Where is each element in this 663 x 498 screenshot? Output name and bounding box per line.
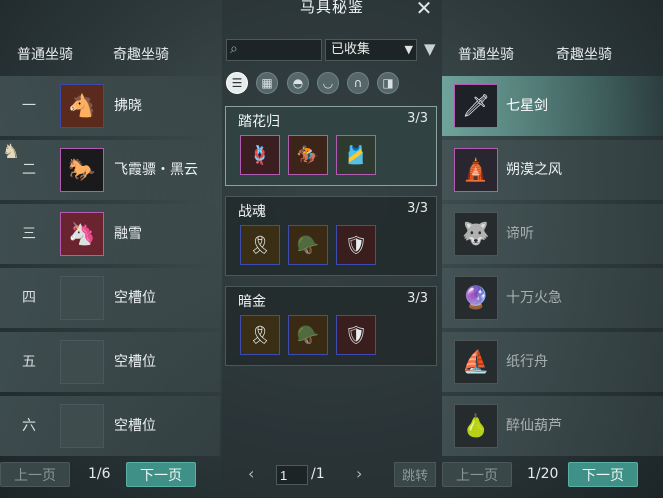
selection-arrow-icon: ♞ bbox=[2, 139, 20, 163]
paper-boat-icon: ⛵ bbox=[454, 340, 498, 384]
chevron-left-icon[interactable]: ‹ bbox=[248, 464, 254, 483]
right-tabs: 普通坐骑 奇趣坐骑 bbox=[442, 44, 663, 66]
mount-slot-4[interactable]: 四 空槽位 bbox=[0, 268, 220, 328]
bridle-icon[interactable]: 🪢 bbox=[240, 135, 280, 175]
mount-name: 谛听 bbox=[506, 226, 534, 242]
mount-name: 空槽位 bbox=[114, 418, 156, 434]
mount-name: 醉仙葫芦 bbox=[506, 418, 562, 434]
red-horse-icon: 🐴 bbox=[60, 84, 104, 128]
next-page-button[interactable]: 下一页 bbox=[568, 462, 638, 487]
jump-button[interactable]: 跳转 bbox=[394, 462, 436, 487]
set-count: 3/3 bbox=[407, 111, 428, 126]
slot-rank: 五 bbox=[22, 354, 36, 370]
white-horse-icon: 🦄 bbox=[60, 212, 104, 256]
slot-rank: 二 bbox=[22, 162, 36, 178]
fun-mount-item[interactable]: 🍐 醉仙葫芦 bbox=[442, 396, 663, 456]
empty-slot-icon bbox=[60, 340, 104, 384]
empty-slot-icon bbox=[60, 276, 104, 320]
set-name: 暗金 bbox=[238, 294, 266, 310]
left-pager: 上一页 1/6 下一页 bbox=[0, 462, 222, 488]
gear-set-card[interactable]: 暗金 3/3 🎗 🪖 🛡 bbox=[225, 286, 437, 366]
search-icon: ⌕ bbox=[230, 41, 238, 57]
tab-normal-mounts[interactable]: 普通坐骑 bbox=[17, 44, 73, 64]
set-count: 3/3 bbox=[407, 201, 428, 216]
list-icon[interactable]: ☰ bbox=[226, 72, 248, 94]
saddle-icon[interactable]: 🏇 bbox=[288, 135, 328, 175]
slot-rank: 一 bbox=[22, 98, 36, 114]
search-input[interactable] bbox=[247, 41, 319, 59]
chevron-down-icon: ▼ bbox=[404, 43, 413, 56]
close-icon[interactable]: ✕ bbox=[414, 0, 434, 20]
mount-slot-2[interactable]: 二 🐎 飞霞骠・黑云 bbox=[0, 140, 220, 200]
set-name: 战魂 bbox=[238, 204, 266, 220]
slot-rank: 三 bbox=[22, 226, 36, 242]
prev-page-button[interactable]: 上一页 bbox=[442, 462, 512, 487]
mount-name: 朔漠之风 bbox=[506, 162, 562, 178]
mount-name: 融雪 bbox=[114, 226, 142, 242]
right-pager: 上一页 1/20 下一页 bbox=[442, 462, 663, 488]
mount-slot-5[interactable]: 五 空槽位 bbox=[0, 332, 220, 392]
tab-fun-mounts[interactable]: 奇趣坐骑 bbox=[113, 44, 169, 64]
grid-icon[interactable]: ▦ bbox=[256, 72, 278, 94]
beast-icon: 🐺 bbox=[454, 212, 498, 256]
next-page-button[interactable]: 下一页 bbox=[126, 462, 196, 487]
filter-selected-value: 已收集 bbox=[331, 42, 371, 57]
search-box[interactable]: ⌕ bbox=[226, 39, 322, 61]
chariot-icon: 🛕 bbox=[454, 148, 498, 192]
tab-fun-mounts[interactable]: 奇趣坐骑 bbox=[556, 44, 612, 64]
fun-mount-item[interactable]: ⛵ 纸行舟 bbox=[442, 332, 663, 392]
mount-name: 拂晓 bbox=[114, 98, 142, 114]
fun-mount-item[interactable]: 🗡 七星剑 bbox=[442, 76, 663, 136]
armor-icon[interactable]: 🛡 bbox=[336, 315, 376, 355]
page-indicator: 1/6 bbox=[88, 466, 111, 482]
bridle-icon[interactable]: 🎗 bbox=[240, 225, 280, 265]
mount-slot-6[interactable]: 六 空槽位 bbox=[0, 396, 220, 456]
empty-slot-icon bbox=[60, 404, 104, 448]
saddle-icon[interactable]: ◓ bbox=[287, 72, 309, 94]
filter-icon[interactable]: ▼ bbox=[424, 40, 436, 58]
bridle-icon[interactable]: 🎗 bbox=[240, 315, 280, 355]
left-mount-panel: 普通坐骑 奇趣坐骑 一 🐴 拂晓 二 🐎 飞霞骠・黑云 三 🦄 融雪 四 空槽位… bbox=[0, 0, 222, 498]
mount-name: 空槽位 bbox=[114, 290, 156, 306]
page-indicator: 1/20 bbox=[527, 466, 559, 482]
slot-rank: 六 bbox=[22, 418, 36, 434]
collection-filter-select[interactable]: 已收集 ▼ bbox=[325, 39, 417, 61]
mount-name: 纸行舟 bbox=[506, 354, 548, 370]
mount-name: 十万火急 bbox=[506, 290, 562, 306]
mount-slot-3[interactable]: 三 🦄 融雪 bbox=[0, 204, 220, 264]
set-count: 3/3 bbox=[407, 291, 428, 306]
gear-collection-panel: 马具秘鉴 ✕ ⌕ 已收集 ▼ ▼ ☰ ▦ ◓ ◡ ∩ ◨ 踏花归 3/3 🪢 🏇… bbox=[222, 0, 442, 498]
rein-icon[interactable]: ◨ bbox=[377, 72, 399, 94]
mount-name: 飞霞骠・黑云 bbox=[114, 162, 198, 178]
page-title: 马具秘鉴 bbox=[299, 0, 364, 16]
fire-orb-icon: 🔮 bbox=[454, 276, 498, 320]
mount-name: 七星剑 bbox=[506, 98, 548, 114]
page-total: /1 bbox=[311, 466, 325, 482]
mount-slot-1[interactable]: 一 🐴 拂晓 bbox=[0, 76, 220, 136]
center-pager: ‹ /1 › 跳转 bbox=[222, 462, 442, 488]
right-mount-panel: 普通坐骑 奇趣坐骑 🗡 七星剑 🛕 朔漠之风 🐺 谛听 🔮 十万火急 ⛵ 纸行舟… bbox=[442, 0, 663, 498]
prev-page-button[interactable]: 上一页 bbox=[0, 462, 70, 487]
gear-set-card[interactable]: 踏花归 3/3 🪢 🏇 🎽 bbox=[225, 106, 437, 186]
slot-rank: 四 bbox=[22, 290, 36, 306]
horseshoe-icon[interactable]: ∩ bbox=[347, 72, 369, 94]
saddle-icon[interactable]: 🪖 bbox=[288, 315, 328, 355]
sword-icon: 🗡 bbox=[454, 84, 498, 128]
gear-set-card[interactable]: 战魂 3/3 🎗 🪖 🛡 bbox=[225, 196, 437, 276]
fun-mount-item[interactable]: 🛕 朔漠之风 bbox=[442, 140, 663, 200]
left-tabs: 普通坐骑 奇趣坐骑 bbox=[0, 44, 222, 66]
armor-icon[interactable]: 🛡 bbox=[336, 225, 376, 265]
armor-icon[interactable]: 🎽 bbox=[336, 135, 376, 175]
chevron-right-icon[interactable]: › bbox=[356, 464, 362, 483]
mount-name: 空槽位 bbox=[114, 354, 156, 370]
fun-mount-item[interactable]: 🐺 谛听 bbox=[442, 204, 663, 264]
tab-normal-mounts[interactable]: 普通坐骑 bbox=[458, 44, 514, 64]
set-name: 踏花归 bbox=[238, 114, 280, 130]
gourd-icon: 🍐 bbox=[454, 404, 498, 448]
armor-icon[interactable]: ◡ bbox=[317, 72, 339, 94]
saddle-icon[interactable]: 🪖 bbox=[288, 225, 328, 265]
black-horse-icon: 🐎 bbox=[60, 148, 104, 192]
page-number-input[interactable] bbox=[276, 465, 308, 485]
fun-mount-item[interactable]: 🔮 十万火急 bbox=[442, 268, 663, 328]
